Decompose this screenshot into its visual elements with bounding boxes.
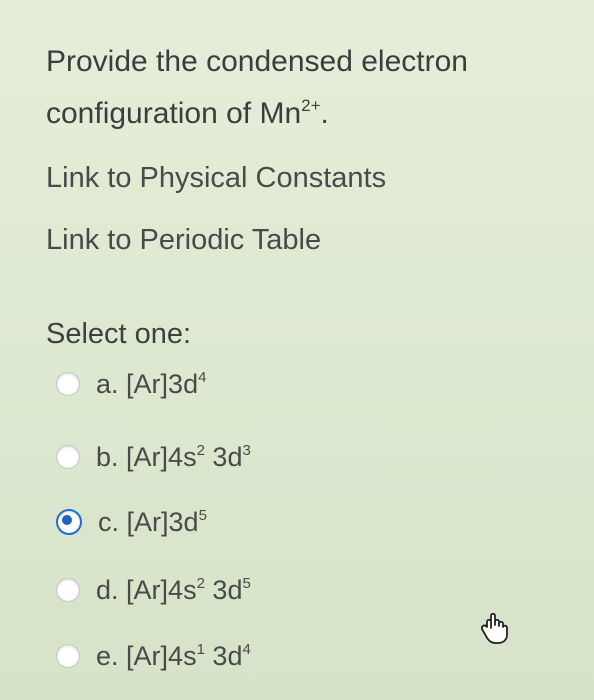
option-a-sup-1: 4: [198, 368, 207, 386]
option-c-letter: c.: [98, 506, 120, 537]
option-e-letter: e.: [96, 640, 119, 671]
option-b-part-2: 3d: [204, 441, 243, 472]
option-b-radio[interactable]: [56, 445, 80, 469]
question-panel: Provide the condensed electron configura…: [0, 0, 594, 700]
option-c-sup-1: 5: [198, 506, 207, 524]
question-text: Provide the condensed electron configura…: [46, 40, 566, 136]
question-line-2: configuration of Mn2+.: [46, 84, 566, 136]
option-a-letter: a.: [96, 368, 119, 399]
option-d-part-1: [Ar]4s: [126, 574, 197, 605]
question-line-1: Provide the condensed electron: [46, 45, 468, 78]
option-e-part-1: [Ar]4s: [126, 640, 197, 671]
option-a-text: a. [Ar]3d4: [96, 369, 206, 400]
option-c[interactable]: c. [Ar]3d5: [56, 502, 207, 542]
option-e[interactable]: e. [Ar]4s1 3d4: [56, 636, 251, 676]
hand-pointer-icon: [480, 612, 508, 644]
periodic-table-link[interactable]: Link to Periodic Table: [46, 224, 321, 257]
option-d-part-2: 3d: [204, 574, 243, 605]
option-c-text: c. [Ar]3d5: [98, 507, 207, 538]
ion-charge: 2+: [301, 96, 321, 115]
option-c-radio[interactable]: [56, 509, 82, 535]
option-b-sup-1: 2: [196, 441, 205, 459]
option-d-sup-1: 2: [196, 574, 205, 592]
option-e-part-2: 3d: [204, 640, 243, 671]
option-b[interactable]: b. [Ar]4s2 3d3: [56, 437, 251, 477]
question-line-2-suffix: .: [320, 97, 329, 130]
option-e-radio[interactable]: [56, 644, 80, 668]
option-b-part-1: [Ar]4s: [126, 441, 197, 472]
physical-constants-link[interactable]: Link to Physical Constants: [46, 162, 386, 195]
option-e-sup-2: 4: [242, 640, 251, 658]
option-e-text: e. [Ar]4s1 3d4: [96, 641, 251, 672]
option-d-radio[interactable]: [56, 578, 80, 602]
option-c-part-1: [Ar]3d: [126, 506, 199, 537]
option-a-radio[interactable]: [56, 372, 80, 396]
option-d-text: d. [Ar]4s2 3d5: [96, 575, 251, 606]
option-d-sup-2: 5: [242, 574, 251, 592]
option-e-sup-1: 1: [196, 640, 205, 658]
question-line-2-prefix: configuration of Mn: [46, 97, 302, 130]
option-b-text: b. [Ar]4s2 3d3: [96, 442, 251, 473]
option-a[interactable]: a. [Ar]3d4: [56, 364, 206, 404]
option-b-sup-2: 3: [242, 441, 251, 459]
select-one-label: Select one:: [46, 318, 192, 350]
option-a-part-1: [Ar]3d: [126, 368, 199, 399]
option-d-letter: d.: [96, 574, 119, 605]
option-b-letter: b.: [96, 441, 119, 472]
option-d[interactable]: d. [Ar]4s2 3d5: [56, 570, 251, 610]
